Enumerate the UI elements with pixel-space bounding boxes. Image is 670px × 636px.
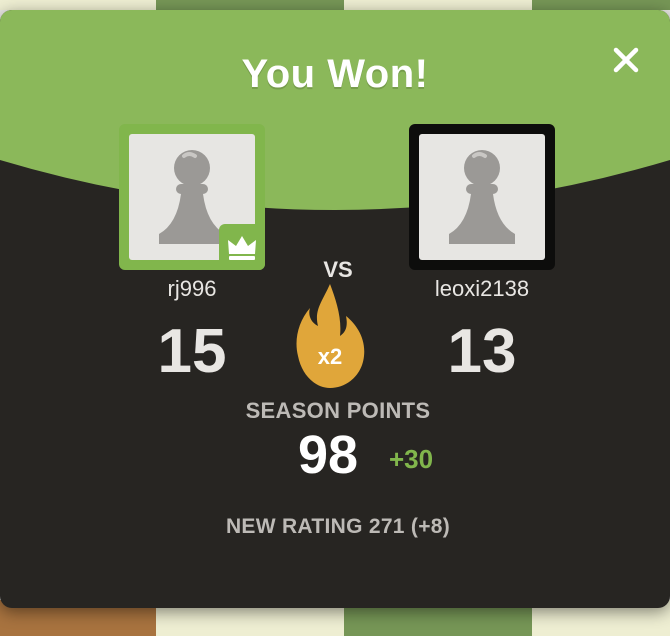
close-icon: [613, 47, 639, 73]
close-button[interactable]: [606, 40, 646, 80]
opponent-username[interactable]: leoxi2138: [382, 276, 582, 302]
season-points-row: 98 +30: [0, 424, 670, 494]
board-square: [156, 0, 344, 10]
opponent-score: 13: [447, 317, 517, 386]
winner-avatar[interactable]: [119, 124, 265, 270]
winner-username[interactable]: rj996: [92, 276, 292, 302]
new-rating-text: NEW RATING 271 (+8): [225, 515, 451, 538]
streak-multiplier: x2: [317, 344, 343, 369]
board-square: [532, 0, 670, 10]
winner-score: 15: [157, 317, 227, 386]
season-points-value: 98: [298, 425, 359, 485]
pawn-icon: [449, 150, 515, 244]
season-points-delta: +30: [389, 444, 434, 474]
opponent-avatar[interactable]: [409, 124, 555, 270]
board-square: [0, 0, 156, 10]
crown-icon: [228, 236, 256, 260]
flame-icon: [296, 284, 365, 388]
modal-title: You Won!: [241, 52, 429, 96]
winner-badge: [219, 224, 265, 270]
board-square: [344, 0, 532, 10]
vs-label: VS: [323, 257, 353, 282]
header-background: [0, 10, 670, 210]
season-points-label: SEASON POINTS: [245, 398, 431, 423]
game-over-modal: You Won! rj996 leoxi2138 VS x2 15 13 SEA…: [0, 10, 670, 608]
